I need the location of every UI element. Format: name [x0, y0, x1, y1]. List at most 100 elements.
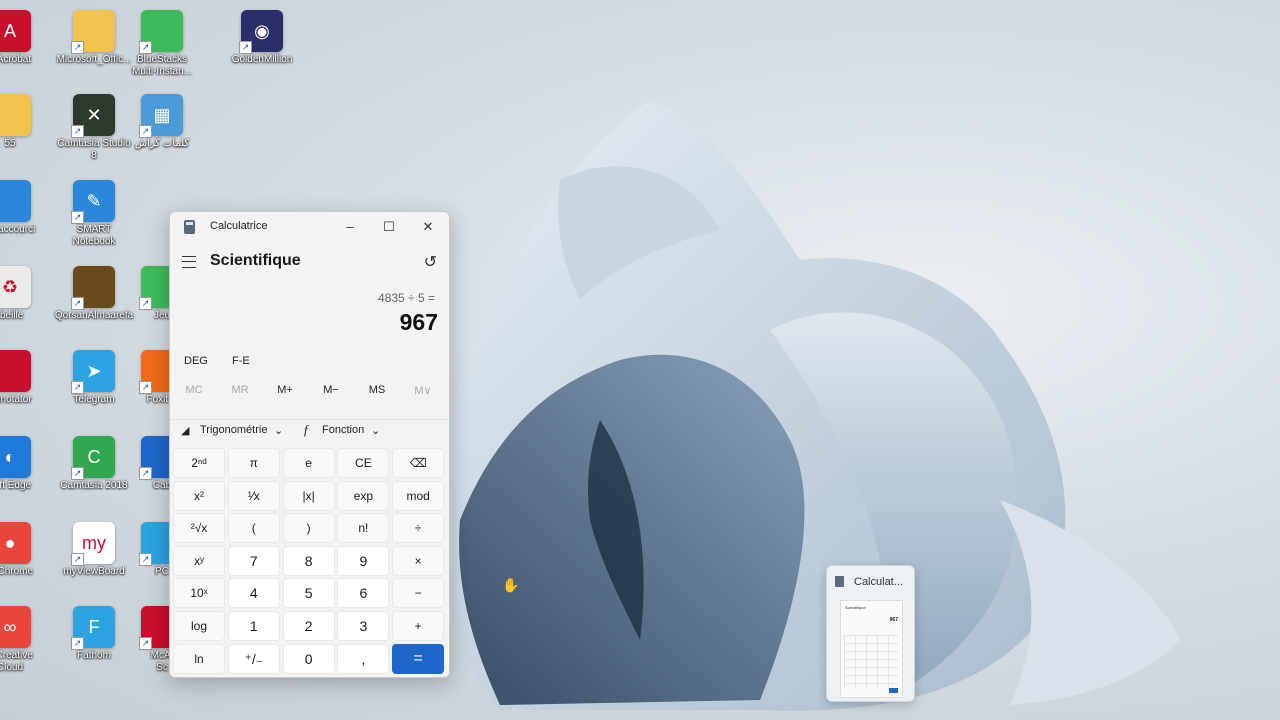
shortcut-label: rbeille [0, 310, 24, 321]
key-button[interactable]: ⌫ [392, 448, 445, 478]
key-button[interactable]: |x| [282, 480, 335, 511]
key-button[interactable]: + [392, 611, 445, 641]
calculator-thumb-icon [835, 576, 844, 587]
key-button[interactable]: n! [337, 513, 390, 544]
key-button[interactable]: log [173, 611, 225, 641]
shortcut-arrow-icon: ↗ [71, 381, 84, 394]
shortcut-icon: F ↗ [71, 606, 115, 650]
key-button[interactable]: π [227, 448, 280, 478]
shortcut-label: e Acrobat [0, 54, 32, 65]
key-button[interactable]: CE [337, 448, 390, 478]
desktop-shortcut[interactable]: ↗ BlueStacks Multi-Instan... [122, 6, 202, 88]
shortcut-arrow-icon: ↗ [71, 467, 84, 480]
shortcut-label: e Creative Cloud [0, 650, 33, 673]
minimize-button[interactable]: – [330, 214, 370, 240]
key-button[interactable]: xʸ [173, 545, 225, 576]
key-button[interactable]: ln [173, 643, 225, 674]
desktop-shortcut[interactable]: ↗ Annotator [0, 346, 50, 428]
key-button[interactable]: , [337, 643, 390, 674]
memory-button[interactable]: MS [354, 384, 400, 396]
close-button[interactable]: ✕ [408, 214, 448, 240]
shortcut-arrow-icon: ↗ [71, 125, 84, 138]
key-button[interactable]: 2 [282, 611, 335, 641]
hamburger-menu-icon[interactable] [182, 256, 196, 268]
shortcut-arrow-icon: ↗ [139, 41, 152, 54]
key-button[interactable]: mod [392, 480, 445, 511]
shortcut-label: Annotator [0, 394, 32, 405]
key-button[interactable]: 5 [282, 578, 335, 609]
function-icon: f [304, 422, 308, 437]
key-button[interactable]: 1 [227, 611, 280, 641]
key-button[interactable]: = [392, 643, 445, 674]
desktop-shortcut[interactable]: ▦ ↗ كلمات كراش [122, 90, 202, 172]
key-button[interactable]: ( [227, 513, 280, 544]
shortcut-icon: my ↗ [71, 522, 115, 566]
desktop-shortcut[interactable]: ∞↗e Creative Cloud [0, 602, 50, 684]
history-icon[interactable]: ↺ [424, 252, 437, 272]
key-button[interactable]: 2ⁿᵈ [173, 448, 225, 478]
desktop-shortcut[interactable]: ◐↗ soft Edge [0, 432, 50, 514]
memory-button[interactable]: MC [171, 384, 217, 396]
shortcut-icon: ◉ ↗ [239, 10, 283, 54]
key-button[interactable]: 3 [337, 611, 390, 641]
calculator-app-icon [184, 220, 195, 234]
thumbnail-title: Calculat... [854, 576, 903, 588]
desktop-shortcut[interactable]: A↗ e Acrobat [0, 6, 50, 88]
function-dropdown[interactable]: Fonction [322, 424, 364, 436]
key-button[interactable]: ) [282, 513, 335, 544]
shortcut-icon: ▦ ↗ [139, 94, 183, 138]
shortcut-arrow-icon: ↗ [71, 211, 84, 224]
desktop-shortcut[interactable]: ↗ - Raccourci [0, 176, 50, 258]
maximize-button[interactable]: ☐ [369, 214, 409, 240]
desktop-shortcut[interactable]: ✎ ↗ SMART Notebook [54, 176, 134, 258]
key-button[interactable]: 6 [337, 578, 390, 609]
memory-button[interactable]: M− [308, 384, 354, 396]
key-button[interactable]: 8 [282, 545, 335, 576]
shortcut-icon: ∞↗ [0, 606, 31, 648]
fe-button[interactable]: F-E [232, 355, 250, 367]
key-button[interactable]: ²√x [173, 513, 225, 544]
shortcut-label: 55 [4, 138, 16, 149]
desktop-shortcut[interactable]: ♻↗ rbeille [0, 262, 50, 344]
desktop-shortcut[interactable]: ◉ ↗ GoldenMillion [222, 6, 302, 88]
shortcut-icon: ✕ ↗ [71, 94, 115, 138]
result-display: 967 [399, 309, 438, 335]
key-button[interactable]: × [392, 545, 445, 576]
title-bar[interactable]: Calculatrice – ☐ ✕ [170, 212, 449, 242]
shortcut-icon: ✎ ↗ [71, 180, 115, 224]
memory-button[interactable]: M∨ [400, 384, 446, 397]
shortcut-icon: ➤ ↗ [71, 350, 115, 394]
mode-title: Scientifique [210, 252, 301, 269]
desktop-shortcut[interactable]: ●↗ le Chrome [0, 518, 50, 600]
shortcut-icon: ↗ [71, 266, 115, 310]
key-button[interactable]: exp [337, 480, 390, 511]
key-button[interactable]: 0 [282, 643, 335, 674]
shortcut-arrow-icon: ↗ [71, 297, 84, 310]
shortcut-icon: ↗ [71, 10, 115, 54]
key-button[interactable]: ¹⁄x [227, 480, 280, 511]
key-button[interactable]: 4 [227, 578, 280, 609]
shortcut-label: - Raccourci [0, 224, 36, 235]
angle-unit-button[interactable]: DEG [184, 355, 208, 367]
memory-row: MC MR M+ M− MS M∨ [170, 384, 449, 404]
memory-button[interactable]: M+ [262, 384, 308, 396]
key-button[interactable]: x² [173, 480, 225, 511]
trig-dropdown[interactable]: Trigonométrie [200, 424, 267, 436]
key-button[interactable]: 10ˣ [173, 578, 225, 609]
expression-display: 4835 ÷ 5 = [378, 291, 435, 305]
desktop-shortcut[interactable]: ↗ 55 [0, 90, 50, 172]
key-button[interactable]: ÷ [392, 513, 445, 544]
key-button[interactable]: e [282, 448, 335, 478]
shortcut-icon: ↗ [0, 180, 31, 222]
key-button[interactable]: − [392, 578, 445, 609]
shortcut-icon: ↗ [0, 350, 31, 392]
shortcut-arrow-icon: ↗ [139, 297, 152, 310]
key-button[interactable]: 9 [337, 545, 390, 576]
shortcut-arrow-icon: ↗ [239, 41, 252, 54]
key-button[interactable]: ⁺/₋ [227, 643, 280, 674]
calculator-window[interactable]: Calculatrice – ☐ ✕ Scientifique ↺ 4835 ÷… [169, 211, 450, 678]
shortcut-arrow-icon: ↗ [71, 41, 84, 54]
taskbar-thumbnail[interactable]: Calculat... Scientifique 967 [826, 565, 915, 702]
key-button[interactable]: 7 [227, 545, 280, 576]
memory-button[interactable]: MR [217, 384, 263, 396]
